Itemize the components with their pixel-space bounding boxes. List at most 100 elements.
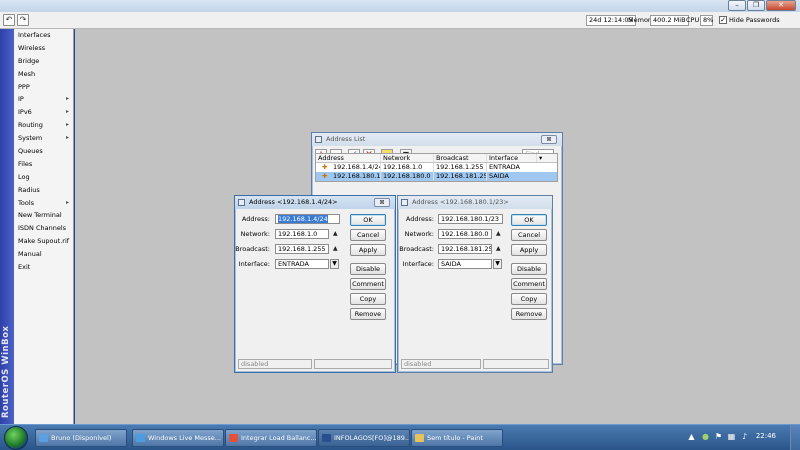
menu-item-label: Log	[18, 172, 30, 181]
menu-item-exit[interactable]: Exit	[14, 261, 73, 274]
address-dialog-2: Address <192.168.180.1/23> Address: 192.…	[397, 195, 553, 373]
cancel-button[interactable]: Cancel	[350, 229, 386, 241]
broadcast-collapse-icon[interactable]: ▲	[333, 244, 339, 254]
ok-button[interactable]: OK	[511, 214, 547, 226]
menu-item-make-supout-rif[interactable]: Make Supout.rif	[14, 235, 73, 248]
taskbar-item[interactable]: Windows Live Messe...	[132, 429, 224, 447]
apply-button[interactable]: Apply	[350, 244, 386, 256]
interface-select[interactable]: ENTRADA	[275, 259, 329, 269]
menu-item-system[interactable]: System ▸	[14, 132, 73, 145]
ok-button[interactable]: OK	[350, 214, 386, 226]
network-collapse-icon[interactable]: ▲	[333, 229, 339, 239]
broadcast-collapse-icon[interactable]: ▲	[496, 244, 502, 254]
volume-icon[interactable]: ♪	[739, 431, 750, 442]
start-button[interactable]	[4, 426, 28, 450]
menu-item-log[interactable]: Log	[14, 171, 73, 184]
maximize-icon[interactable]: ❐	[747, 0, 765, 11]
dialog1-titlebar[interactable]: Address <192.168.1.4/24> ⊠	[235, 196, 395, 209]
menu-item-mesh[interactable]: Mesh	[14, 68, 73, 81]
taskbar-item[interactable]: INFOLAGOS[FO]@189....	[318, 429, 410, 447]
hide-passwords-checkbox[interactable]: ✓	[719, 16, 727, 24]
disable-button[interactable]: Disable	[511, 263, 547, 275]
address-value: 192.168.1.4/24	[278, 215, 328, 223]
close-icon[interactable]: ✕	[766, 0, 796, 11]
clock[interactable]: 22:46	[756, 432, 776, 440]
menu-item-label: Tools	[18, 198, 35, 207]
chevron-down-icon[interactable]: ▼	[330, 259, 339, 269]
dialog1-close-icon[interactable]: ⊠	[374, 198, 390, 207]
network-label: Network:	[240, 230, 270, 238]
taskbar: Bruno (Disponível) Windows Live Messe... I…	[0, 424, 800, 450]
brand-text: RouterOS WinBox	[1, 325, 11, 418]
menu-item-manual[interactable]: Manual	[14, 248, 73, 261]
interface-select[interactable]: SAIDA	[438, 259, 492, 269]
taskbar-item[interactable]: Sem título - Paint	[411, 429, 503, 447]
cell-interface: SAIDA	[489, 172, 509, 180]
menu-item-ipv6[interactable]: IPv6 ▸	[14, 106, 73, 119]
comment-button[interactable]: Comment	[511, 278, 547, 290]
taskbar-item-label: Sem título - Paint	[427, 434, 483, 442]
messenger-icon[interactable]: ●	[700, 431, 711, 442]
menu-item-queues[interactable]: Queues	[14, 145, 73, 158]
cancel-button[interactable]: Cancel	[511, 229, 547, 241]
table-row[interactable]: ✚ 192.168.1.4/24 192.168.1.0 192.168.1.2…	[316, 163, 557, 172]
flag-icon[interactable]: ⚑	[713, 431, 724, 442]
show-desktop-button[interactable]	[790, 425, 800, 450]
menu-item-routing[interactable]: Routing ▸	[14, 119, 73, 132]
menu-item-bridge[interactable]: Bridge	[14, 55, 73, 68]
window-icon	[401, 199, 408, 206]
column-header[interactable]: Address	[316, 154, 381, 162]
menu-item-interfaces[interactable]: Interfaces	[14, 29, 73, 42]
network-field[interactable]: 192.168.1.0	[275, 229, 329, 239]
minimize-icon[interactable]: –	[728, 0, 746, 11]
address-field[interactable]: 192.168.180.1/23	[438, 214, 503, 224]
menu-item-wireless[interactable]: Wireless	[14, 42, 73, 55]
menu-item-tools[interactable]: Tools ▸	[14, 197, 73, 210]
dialog2-titlebar[interactable]: Address <192.168.180.1/23>	[398, 196, 552, 209]
menu-item-label: IPv6	[18, 108, 32, 117]
broadcast-field[interactable]: 192.168.181.255	[438, 244, 492, 254]
chevron-down-icon[interactable]: ▼	[493, 259, 502, 269]
columns-menu-icon[interactable]: ▾	[537, 154, 547, 162]
menu-item-label: Files	[18, 159, 33, 168]
redo-icon[interactable]: ↷	[17, 14, 29, 26]
remove-button[interactable]: Remove	[511, 308, 547, 320]
cell-network: 192.168.180.0	[381, 172, 434, 181]
menu-item-label: Mesh	[18, 69, 36, 78]
menu-item-ip[interactable]: IP ▸	[14, 93, 73, 106]
app-icon	[415, 434, 424, 442]
network-collapse-icon[interactable]: ▲	[496, 229, 502, 239]
undo-icon[interactable]: ↶	[3, 14, 15, 26]
taskbar-item[interactable]: Bruno (Disponível)	[35, 429, 127, 447]
disable-button[interactable]: Disable	[350, 263, 386, 275]
remove-button[interactable]: Remove	[350, 308, 386, 320]
column-header[interactable]: Broadcast	[434, 154, 487, 162]
table-row[interactable]: ✚ 192.168.180.1/23 192.168.180.0 192.168…	[316, 172, 557, 181]
comment-button[interactable]: Comment	[350, 278, 386, 290]
broadcast-field[interactable]: 192.168.1.255	[275, 244, 329, 254]
menu-item-label: Wireless	[18, 43, 46, 52]
window-icon	[315, 136, 322, 143]
interface-label: Interface:	[238, 260, 270, 268]
column-header[interactable]: Network	[381, 154, 434, 162]
menu-item-new-terminal[interactable]: New Terminal	[14, 209, 73, 222]
interface-label: Interface:	[402, 260, 434, 268]
network-field[interactable]: 192.168.180.0	[438, 229, 492, 239]
menu-item-files[interactable]: Files	[14, 158, 73, 171]
menu-item-isdn-channels[interactable]: ISDN Channels	[14, 222, 73, 235]
copy-button[interactable]: Copy	[350, 293, 386, 305]
column-header[interactable]: Interface	[487, 154, 537, 162]
menu-item-label: New Terminal	[18, 211, 62, 220]
address-label: Address:	[405, 215, 434, 223]
address-field[interactable]: 192.168.1.4/24	[275, 214, 340, 224]
menu-item-label: IP	[18, 95, 24, 104]
taskbar-item[interactable]: Integrar Load Ballanc...	[225, 429, 317, 447]
address-list-close-icon[interactable]: ⊠	[541, 135, 557, 144]
copy-button[interactable]: Copy	[511, 293, 547, 305]
menu-item-radius[interactable]: Radius	[14, 184, 73, 197]
apply-button[interactable]: Apply	[511, 244, 547, 256]
address-list-titlebar[interactable]: Address List ⊠	[312, 133, 562, 146]
menu-item-ppp[interactable]: PPP	[14, 81, 73, 94]
tray-arrow-icon[interactable]: ▲	[686, 431, 697, 442]
network-icon[interactable]: ▦	[726, 431, 737, 442]
